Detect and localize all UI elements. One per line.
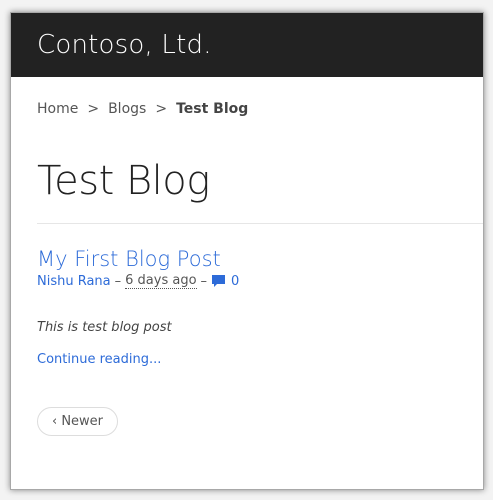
post-author-link[interactable]: Nishu Rana (37, 274, 111, 289)
breadcrumb-separator: > (155, 101, 168, 117)
breadcrumb-home[interactable]: Home (37, 101, 78, 117)
post-time: 6 days ago (125, 272, 197, 289)
site-header: Contoso, Ltd. (11, 13, 483, 77)
meta-separator: – (114, 273, 122, 289)
comment-icon (212, 275, 226, 287)
breadcrumb-separator: > (87, 101, 100, 117)
blog-post: My First Blog Post Nishu Rana – 6 days a… (11, 224, 483, 367)
post-meta: Nishu Rana – 6 days ago – 0 (37, 272, 483, 290)
meta-separator: – (200, 273, 208, 289)
brand-link[interactable]: Contoso, Ltd. (37, 30, 212, 60)
post-excerpt: This is test blog post (37, 320, 172, 335)
breadcrumb-blogs[interactable]: Blogs (108, 101, 146, 117)
continue-reading-link[interactable]: Continue reading... (37, 352, 161, 367)
page-title: Test Blog (37, 158, 210, 204)
browser-window: Contoso, Ltd. Home > Blogs > Test Blog T… (10, 12, 484, 490)
post-title-link[interactable]: My First Blog Post (37, 246, 221, 272)
breadcrumb: Home > Blogs > Test Blog (37, 99, 483, 119)
comment-count: 0 (231, 273, 240, 289)
newer-button[interactable]: ‹ Newer (37, 407, 119, 436)
pager: ‹ Newer (37, 407, 483, 436)
comments-link[interactable]: 0 (211, 274, 239, 289)
breadcrumb-current: Test Blog (176, 101, 249, 117)
